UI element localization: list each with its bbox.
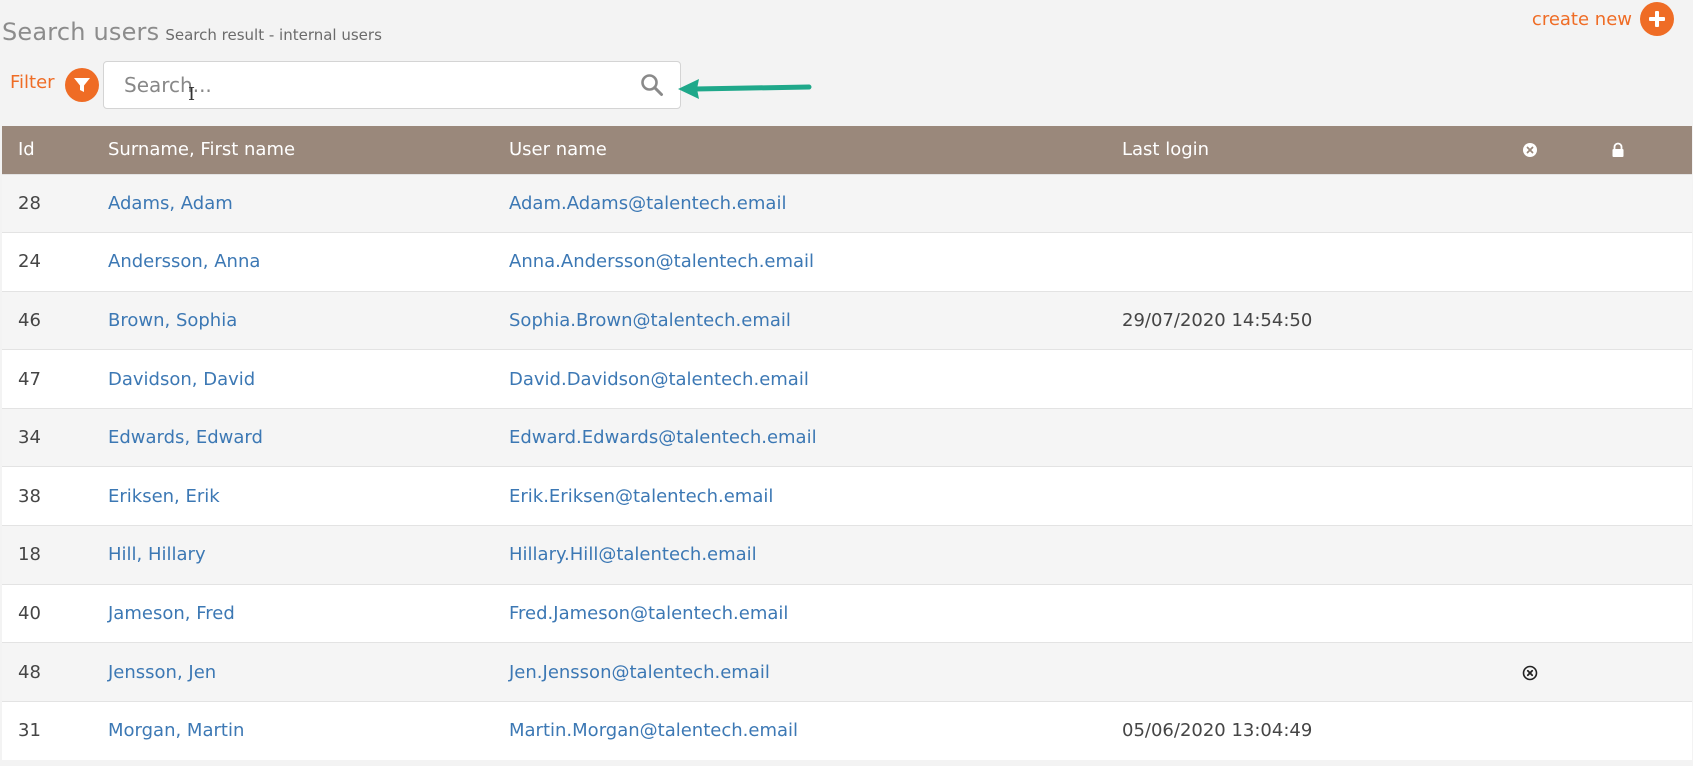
column-header-username[interactable]: User name xyxy=(509,126,1122,174)
cell-locked xyxy=(1611,584,1692,643)
table-row[interactable]: 47 Davidson, David David.Davidson@talent… xyxy=(2,349,1692,409)
cell-id: 28 xyxy=(18,192,41,214)
cell-deactivated xyxy=(1522,174,1611,233)
cell-last-login xyxy=(1122,408,1522,467)
cell-id: 31 xyxy=(18,720,41,742)
cell-username-link[interactable]: Adam.Adams@talentech.email xyxy=(509,174,1122,233)
table-row[interactable]: 24 Andersson, Anna Anna.Andersson@talent… xyxy=(2,232,1692,292)
table-row[interactable]: 18 Hill, Hillary Hillary.Hill@talentech.… xyxy=(2,525,1692,585)
cell-id: 34 xyxy=(18,427,41,449)
table-row[interactable]: 34 Edwards, Edward Edward.Edwards@talent… xyxy=(2,408,1692,467)
table-row[interactable]: 31 Morgan, Martin Martin.Morgan@talentec… xyxy=(2,701,1692,760)
cell-id: 38 xyxy=(18,485,41,507)
magnifier-icon[interactable] xyxy=(640,73,664,101)
table-row[interactable]: 38 Eriksen, Erik Erik.Eriksen@talentech.… xyxy=(2,466,1692,526)
cell-name-link[interactable]: Eriksen, Erik xyxy=(108,467,509,526)
cell-id: 48 xyxy=(18,661,41,683)
plus-circle-icon xyxy=(1640,2,1674,36)
cell-deactivated xyxy=(1522,526,1611,585)
cell-last-login: 05/06/2020 13:04:49 xyxy=(1122,720,1313,742)
table-row[interactable]: 28 Adams, Adam Adam.Adams@talentech.emai… xyxy=(2,174,1692,233)
cell-name-link[interactable]: Morgan, Martin xyxy=(108,701,509,760)
funnel-icon xyxy=(64,68,99,102)
cell-deactivated xyxy=(1522,467,1611,526)
create-new-label: create new xyxy=(1531,8,1632,30)
cell-username-link[interactable]: Edward.Edwards@talentech.email xyxy=(509,408,1122,467)
cell-id: 24 xyxy=(18,251,41,273)
cell-last-login xyxy=(1122,526,1522,585)
cell-locked xyxy=(1611,291,1692,350)
filter-label: Filter xyxy=(10,71,55,93)
cell-last-login xyxy=(1122,467,1522,526)
cell-locked xyxy=(1611,408,1692,467)
text-cursor-icon: I xyxy=(188,84,196,105)
cell-id: 40 xyxy=(18,602,41,624)
page-subtitle: Search result - internal users xyxy=(165,26,382,44)
cell-username-link[interactable]: Jen.Jensson@talentech.email xyxy=(509,643,1122,702)
table-header-row: Id Surname, First name User name Last lo… xyxy=(2,126,1692,174)
cell-id: 46 xyxy=(18,309,41,331)
cell-locked xyxy=(1611,350,1692,409)
cell-locked xyxy=(1611,174,1692,233)
cell-deactivated xyxy=(1522,701,1611,760)
column-header-last-login[interactable]: Last login xyxy=(1122,126,1522,174)
create-new-button[interactable]: create new xyxy=(1532,2,1674,36)
cell-id: 47 xyxy=(18,368,41,390)
cell-username-link[interactable]: Martin.Morgan@talentech.email xyxy=(509,701,1122,760)
column-header-name[interactable]: Surname, First name xyxy=(108,126,509,174)
cell-deactivated xyxy=(1522,233,1611,292)
cell-name-link[interactable]: Davidson, David xyxy=(108,350,509,409)
cell-last-login xyxy=(1122,233,1522,292)
page-title: Search users xyxy=(2,18,160,46)
column-header-locked[interactable] xyxy=(1611,126,1692,174)
lock-icon xyxy=(1612,142,1624,158)
cell-deactivated xyxy=(1522,408,1611,467)
cell-last-login xyxy=(1122,350,1522,409)
cell-username-link[interactable]: David.Davidson@talentech.email xyxy=(509,350,1122,409)
cell-last-login: 29/07/2020 14:54:50 xyxy=(1122,309,1313,331)
cell-last-login xyxy=(1122,174,1522,233)
circle-x-icon xyxy=(1523,143,1537,158)
cell-username-link[interactable]: Anna.Andersson@talentech.email xyxy=(509,233,1122,292)
users-table: Id Surname, First name User name Last lo… xyxy=(2,126,1692,760)
cell-name-link[interactable]: Andersson, Anna xyxy=(108,233,509,292)
cell-username-link[interactable]: Erik.Eriksen@talentech.email xyxy=(509,467,1122,526)
circle-x-icon xyxy=(1522,665,1538,680)
cell-locked xyxy=(1611,701,1692,760)
cell-username-link[interactable]: Sophia.Brown@talentech.email xyxy=(509,291,1122,350)
cell-last-login xyxy=(1122,584,1522,643)
cell-name-link[interactable]: Adams, Adam xyxy=(108,174,509,233)
table-row[interactable]: 40 Jameson, Fred Fred.Jameson@talentech.… xyxy=(2,584,1692,643)
cell-name-link[interactable]: Jensson, Jen xyxy=(108,643,509,702)
cell-locked xyxy=(1611,467,1692,526)
cell-deactivated xyxy=(1522,643,1611,702)
cell-locked xyxy=(1611,526,1692,585)
cell-id: 18 xyxy=(18,544,41,566)
filter-button[interactable]: Filter xyxy=(10,68,99,102)
table-row[interactable]: 48 Jensson, Jen Jen.Jensson@talentech.em… xyxy=(2,642,1692,702)
cell-username-link[interactable]: Hillary.Hill@talentech.email xyxy=(509,526,1122,585)
column-header-id[interactable]: Id xyxy=(2,126,108,174)
cell-deactivated xyxy=(1522,584,1611,643)
cell-locked xyxy=(1611,233,1692,292)
cell-deactivated xyxy=(1522,350,1611,409)
cell-locked xyxy=(1611,643,1692,702)
green-arrow-icon xyxy=(678,79,812,99)
page-header: Search users Search result - internal us… xyxy=(2,18,382,46)
cell-name-link[interactable]: Edwards, Edward xyxy=(108,408,509,467)
cell-name-link[interactable]: Brown, Sophia xyxy=(108,291,509,350)
cell-username-link[interactable]: Fred.Jameson@talentech.email xyxy=(509,584,1122,643)
cell-deactivated xyxy=(1522,291,1611,350)
cell-name-link[interactable]: Jameson, Fred xyxy=(108,584,509,643)
table-row[interactable]: 46 Brown, Sophia Sophia.Brown@talentech.… xyxy=(2,291,1692,350)
column-header-deactivated[interactable] xyxy=(1522,126,1611,174)
search-input[interactable] xyxy=(124,72,624,98)
cell-name-link[interactable]: Hill, Hillary xyxy=(108,526,509,585)
cell-last-login xyxy=(1122,643,1522,702)
